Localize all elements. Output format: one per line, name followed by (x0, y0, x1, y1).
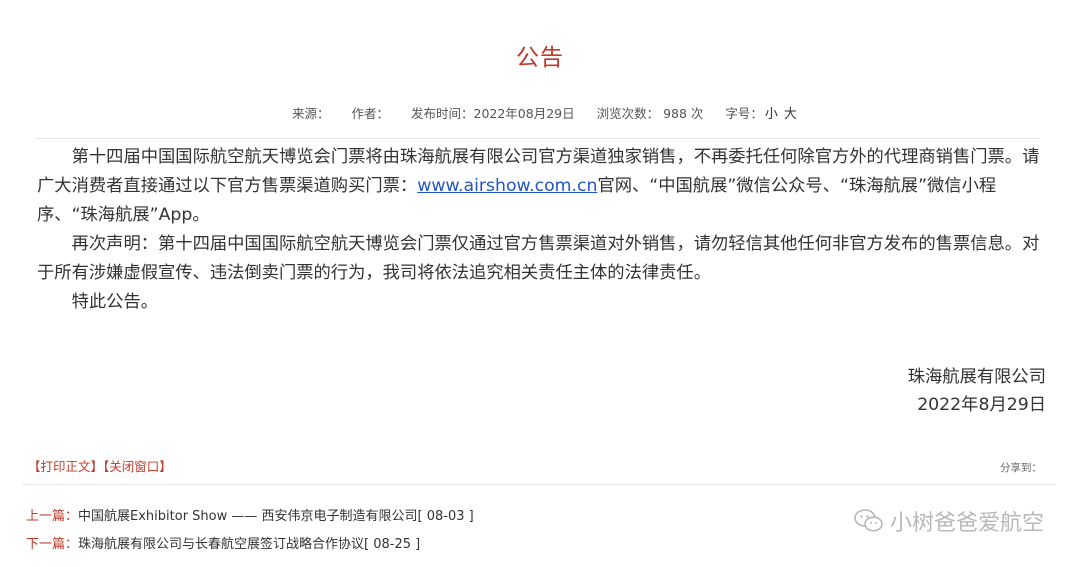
signature-date: 2022年8月29日 (917, 395, 1046, 415)
share-label: 分享到： (1000, 462, 1042, 474)
watermark: 小树爸爸爱航空 (854, 505, 1044, 537)
article-body: 第十四届中国国际航空航天博览会门票将由珠海航展有限公司官方渠道独家销售，不再委托… (37, 143, 1049, 317)
meta-author: 作者： (351, 106, 390, 121)
close-window-button[interactable]: 【关闭窗口】 (103, 459, 172, 474)
paragraph-3: 特此公告。 (71, 292, 159, 312)
meta-views: 浏览次数： 988 次 (596, 106, 704, 121)
next-article-label: 下一篇： (26, 537, 79, 552)
meta-published: 发布时间：2022年08月29日 (411, 106, 575, 121)
font-size-large-button[interactable]: 大 (784, 107, 797, 122)
prev-article-label: 上一篇： (26, 509, 79, 524)
page-title: 公告 (516, 45, 564, 71)
wechat-icon (854, 509, 883, 532)
official-site-link[interactable]: www.airshow.com.cn (417, 176, 597, 196)
print-button[interactable]: 【打印正文】 (28, 459, 103, 474)
signature-company: 珠海航展有限公司 (907, 367, 1046, 387)
prev-article-link[interactable]: 中国航展Exhibitor Show —— 西安伟京电子制造有限公司 (78, 509, 418, 524)
paragraph-1: 第十四届中国国际航空航天博览会门票将由珠海航展有限公司官方渠道独家销售，不再委托… (37, 147, 1040, 225)
meta-source: 来源： (292, 106, 330, 121)
next-article-link[interactable]: 珠海航展有限公司与长春航空展签订战略合作协议 (78, 537, 364, 552)
watermark-text: 小树爸爸爱航空 (889, 511, 1044, 536)
paragraph-2: 再次声明：第十四届中国国际航空航天博览会门票仅通过官方售票渠道对外销售，请勿轻信… (37, 234, 1040, 283)
prev-article: 上一篇：中国航展Exhibitor Show —— 西安伟京电子制造有限公司[ … (26, 505, 474, 524)
signature: 珠海航展有限公司 2022年8月29日 (908, 363, 1046, 419)
next-article: 下一篇：珠海航展有限公司与长春航空展签订战略合作协议[ 08-25 ] (26, 533, 420, 552)
meta-font-size-label: 字号： (725, 106, 763, 121)
article-tools: 【打印正文】【关闭窗口】 (28, 456, 172, 475)
next-article-date: [ 08-25 ] (364, 537, 421, 552)
prev-article-date: [ 08-03 ] (417, 509, 474, 524)
article-meta: 来源： 作者： 发布时间：2022年08月29日 浏览次数： 988 次 字号：… (292, 103, 797, 122)
divider-bottom (22, 484, 1056, 485)
font-size-small-button[interactable]: 小 (765, 107, 778, 122)
divider-top (36, 138, 1040, 139)
